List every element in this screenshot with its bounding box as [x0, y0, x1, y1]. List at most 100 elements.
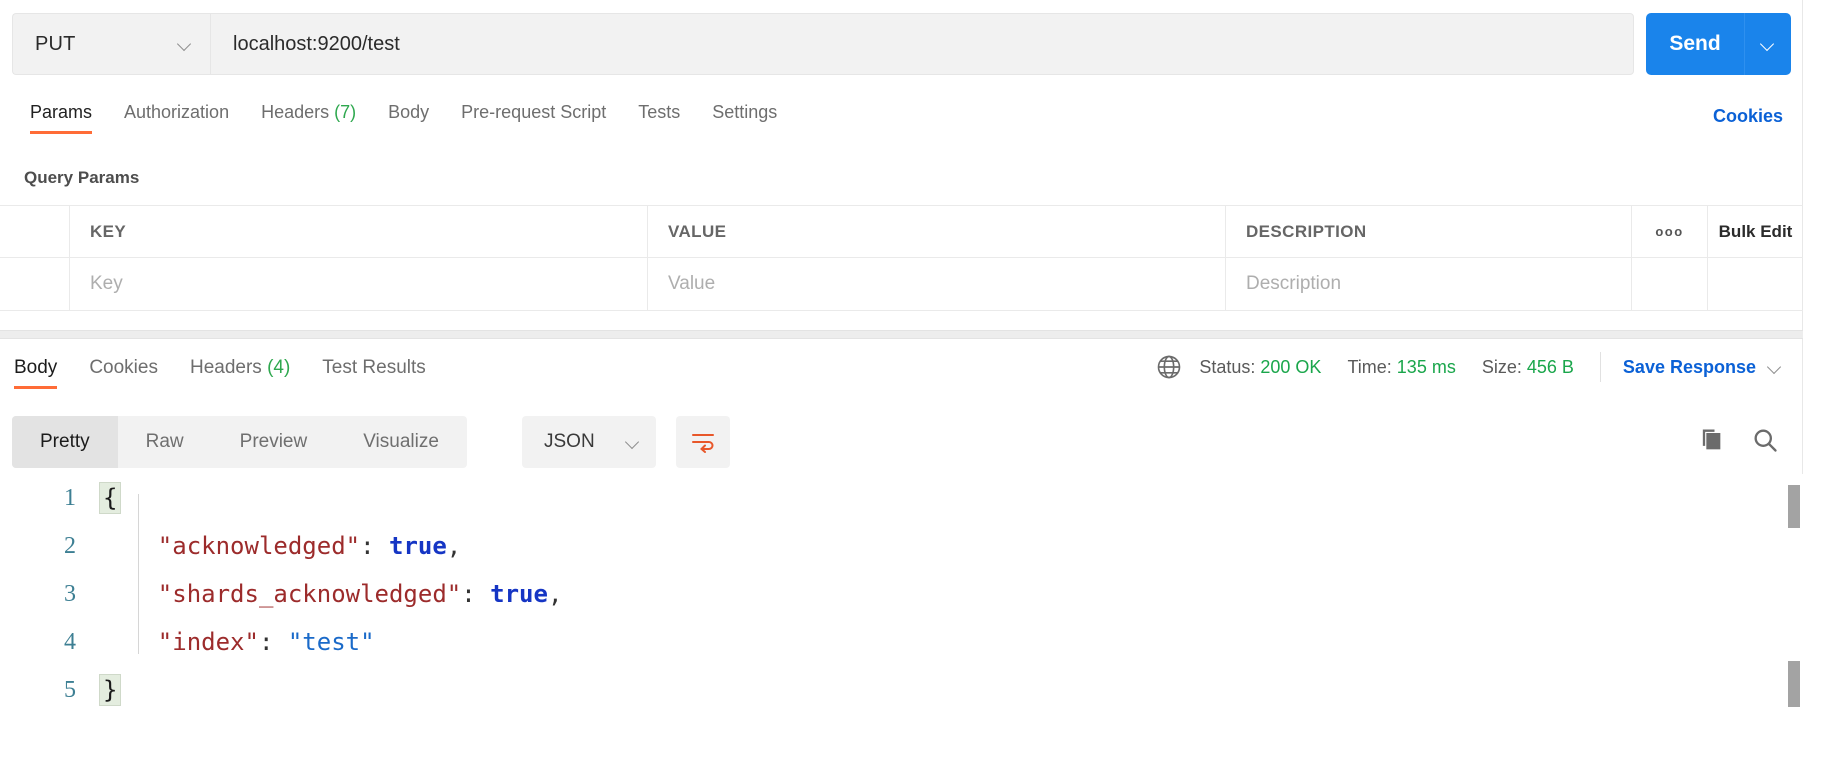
- chevron-down-icon[interactable]: [1768, 360, 1782, 374]
- request-tab-label: Pre-request Script: [461, 102, 607, 122]
- column-header-description-label: DESCRIPTION: [1246, 221, 1367, 241]
- request-tab-tests[interactable]: Tests: [622, 88, 696, 126]
- row-end-cell: [1708, 258, 1803, 310]
- code-token: {: [98, 482, 122, 514]
- response-tab-cookies[interactable]: Cookies: [75, 345, 176, 383]
- response-tab-label: Cookies: [89, 357, 158, 378]
- view-mode-pretty[interactable]: Pretty: [12, 416, 118, 468]
- status-value: 200 OK: [1260, 356, 1322, 377]
- pane-splitter[interactable]: [0, 330, 1803, 339]
- code-fold-guide: [138, 494, 139, 654]
- param-description-input[interactable]: Description: [1226, 258, 1632, 310]
- request-tab-body[interactable]: Body: [372, 88, 445, 126]
- code-token: ,: [446, 532, 462, 560]
- time-value: 135 ms: [1396, 356, 1456, 377]
- request-tab-label: Settings: [712, 102, 778, 122]
- request-tab-label: Body: [388, 102, 430, 122]
- code-line-text: }: [98, 674, 122, 706]
- table-header-row: KEY VALUE DESCRIPTION ooo Bulk Edit: [0, 205, 1803, 258]
- cookies-link[interactable]: Cookies: [1713, 106, 1783, 127]
- request-tab-count: (7): [329, 102, 357, 122]
- view-mode-preview[interactable]: Preview: [212, 416, 336, 468]
- request-url-bar: PUT localhost:9200/test Send: [0, 0, 1803, 88]
- param-description-placeholder: Description: [1246, 273, 1342, 294]
- wrap-lines-button[interactable]: [676, 416, 730, 468]
- request-tab-headers[interactable]: Headers (7): [245, 88, 372, 126]
- view-mode-raw[interactable]: Raw: [118, 416, 212, 468]
- search-icon[interactable]: [1751, 426, 1779, 454]
- request-url-input[interactable]: localhost:9200/test: [210, 13, 1634, 75]
- row-checkbox-cell[interactable]: [0, 258, 70, 310]
- request-tab-label: Params: [30, 102, 93, 122]
- request-tab-settings[interactable]: Settings: [696, 88, 793, 126]
- code-token: ,: [547, 580, 563, 608]
- table-options-button[interactable]: ooo: [1632, 206, 1708, 257]
- query-params-table: KEY VALUE DESCRIPTION ooo Bulk Edit Key …: [0, 205, 1803, 311]
- code-line-text: "shards_acknowledged": true,: [100, 580, 563, 608]
- size-label: Size:: [1481, 356, 1522, 377]
- send-button[interactable]: Send: [1646, 13, 1745, 75]
- response-scrollbar-thumb-bottom[interactable]: [1788, 661, 1800, 707]
- code-token: :: [258, 628, 288, 656]
- globe-icon: [1155, 353, 1183, 381]
- response-tab-label: Headers: [189, 357, 262, 378]
- postman-window: PUT localhost:9200/test Send Params Autho…: [0, 0, 1847, 761]
- response-tab-headers[interactable]: Headers (4): [176, 345, 308, 383]
- response-size: Size: 456 B: [1482, 357, 1574, 378]
- chevron-down-icon: [178, 37, 192, 51]
- request-tabs: Params Authorization Headers (7) Body Pre-re…: [0, 88, 1803, 148]
- code-line-text: "index": "test": [100, 630, 375, 654]
- time-label: Time:: [1347, 356, 1392, 377]
- response-body-toolbar: Pretty Raw Preview Visualize JSON: [0, 412, 1803, 474]
- send-options-dropdown[interactable]: [1745, 13, 1791, 75]
- bulk-edit-button[interactable]: Bulk Edit: [1708, 206, 1803, 257]
- code-token: :: [461, 580, 491, 608]
- param-key-input[interactable]: Key: [70, 258, 648, 310]
- response-actions: [1697, 426, 1779, 454]
- table-row: Key Value Description: [0, 258, 1803, 311]
- status-divider: [1599, 352, 1601, 382]
- request-tab-params[interactable]: Params: [14, 88, 108, 134]
- param-value-input[interactable]: Value: [648, 258, 1226, 310]
- row-options-cell[interactable]: [1632, 258, 1708, 310]
- response-format-dropdown[interactable]: JSON: [522, 416, 656, 468]
- request-tab-label: Headers: [261, 102, 330, 122]
- status-label: Status:: [1199, 356, 1256, 377]
- ellipsis-icon: ooo: [1655, 224, 1684, 239]
- request-tab-pre-request-script[interactable]: Pre-request Script: [445, 88, 622, 126]
- param-value-placeholder: Value: [668, 273, 716, 294]
- response-body-code[interactable]: 1{2 "acknowledged": true, 3 "shards_ackno…: [0, 474, 1803, 761]
- column-header-value-label: VALUE: [668, 221, 727, 241]
- column-header-key-label: KEY: [90, 221, 127, 241]
- status-code: Status: 200 OK: [1199, 357, 1321, 378]
- request-tab-authorization[interactable]: Authorization: [108, 88, 245, 126]
- column-header-value: VALUE: [648, 206, 1226, 257]
- view-mode-group: Pretty Raw Preview Visualize: [12, 416, 467, 468]
- response-time: Time: 135 ms: [1347, 357, 1455, 378]
- code-token: }: [98, 674, 122, 706]
- view-mode-visualize[interactable]: Visualize: [335, 416, 467, 468]
- code-line: 2 "acknowledged": true,: [0, 522, 1803, 570]
- code-line: 1{: [0, 474, 1803, 522]
- param-key-placeholder: Key: [90, 273, 123, 294]
- request-tab-label: Tests: [638, 102, 681, 122]
- response-tab-body[interactable]: Body: [0, 345, 75, 389]
- response-scrollbar-thumb-top[interactable]: [1788, 485, 1800, 528]
- response-tab-label: Test Results: [322, 357, 426, 378]
- column-header-description: DESCRIPTION: [1226, 206, 1632, 257]
- copy-icon[interactable]: [1697, 426, 1725, 454]
- line-number: 2: [64, 532, 76, 559]
- http-method-label: PUT: [35, 32, 76, 55]
- save-response-button[interactable]: Save Response: [1623, 357, 1756, 378]
- select-all-cell[interactable]: [0, 206, 70, 257]
- line-number: 5: [64, 676, 76, 703]
- response-tab-test-results[interactable]: Test Results: [308, 345, 443, 383]
- query-params-title: Query Params: [24, 168, 140, 187]
- code-token: true: [389, 532, 447, 560]
- code-line-text: "acknowledged": true,: [100, 534, 461, 558]
- chevron-down-icon: [626, 435, 640, 449]
- chevron-down-icon: [1761, 37, 1775, 51]
- http-method-dropdown[interactable]: PUT: [12, 13, 210, 75]
